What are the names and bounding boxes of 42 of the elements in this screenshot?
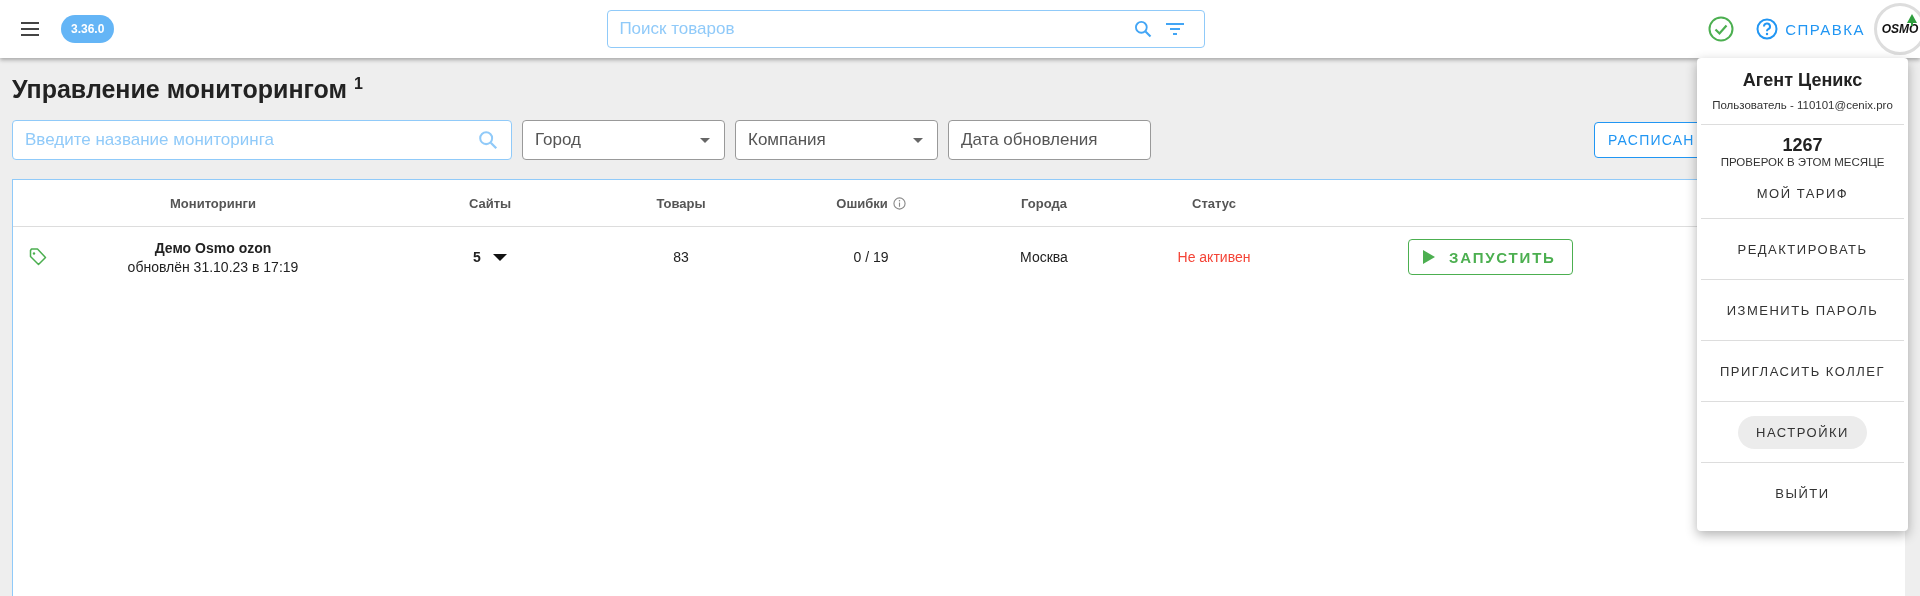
monitoring-name: Демо Osmo ozon [154,239,272,256]
status-text: Не активен [1177,249,1251,265]
menu-item[interactable]: ИЗМЕНИТЬ ПАРОЛЬ [1708,293,1897,327]
menu-icon[interactable] [21,22,39,36]
column-header: Мониторинги [170,195,256,211]
company-dropdown[interactable]: Компания [735,120,938,160]
search-icon[interactable] [1133,19,1154,39]
column-header: Сайты [468,195,512,211]
checks-label: ПРОВЕРОК В ЭТОМ МЕСЯЦЕ [1720,156,1885,168]
column-header: Статус [1192,195,1236,211]
updated-date: обновлён 31.10.23 в 17:19 [127,258,299,275]
menu-item[interactable]: ПРИГЛАСИТЬ КОЛЛЕГ [1701,354,1904,388]
product-search-field[interactable]: Поиск товаров [607,10,1206,48]
menu-item[interactable]: МОЙ ТАРИФ [1738,176,1867,210]
version-badge: 3.36.0 [61,15,115,43]
column-header: Города [1021,195,1067,211]
caret-icon [913,137,923,143]
monitoring-search-field[interactable]: Введите название мониторинга [12,120,512,160]
page-title: Управление мониторингом $^{1}$ [12,75,363,105]
table-cell: 83 [673,249,689,265]
city-dropdown[interactable]: Город [522,120,725,160]
search-icon[interactable] [477,129,499,151]
menu-item[interactable]: НАСТРОЙКИ [1738,415,1867,449]
table-cell: 0 / 19 [853,249,889,265]
table-cell: Москва [1020,249,1068,265]
help-icon [1756,18,1779,40]
checks-count: 1267 [1782,135,1823,156]
user-email: Пользователь - 110101@cenix.pro [1712,99,1893,111]
avatar[interactable]: OSMO [1874,3,1920,55]
filter-icon[interactable] [1165,21,1186,37]
menu-item[interactable]: РЕДАКТИРОВАТЬ [1719,232,1886,266]
tag-icon [29,248,47,266]
column-header: Товары [656,195,706,211]
info-icon [892,196,906,210]
caret-icon [700,137,710,143]
menu-item[interactable]: ВЫЙТИ [1757,476,1848,510]
caret-icon[interactable] [492,253,507,261]
date-field[interactable]: Дата обновления [948,120,1151,160]
table-cell: 5 [473,249,481,265]
column-header: Ошибки [836,195,888,211]
user-name: Агент Ценикс [1742,70,1863,91]
play-icon [1423,250,1435,264]
